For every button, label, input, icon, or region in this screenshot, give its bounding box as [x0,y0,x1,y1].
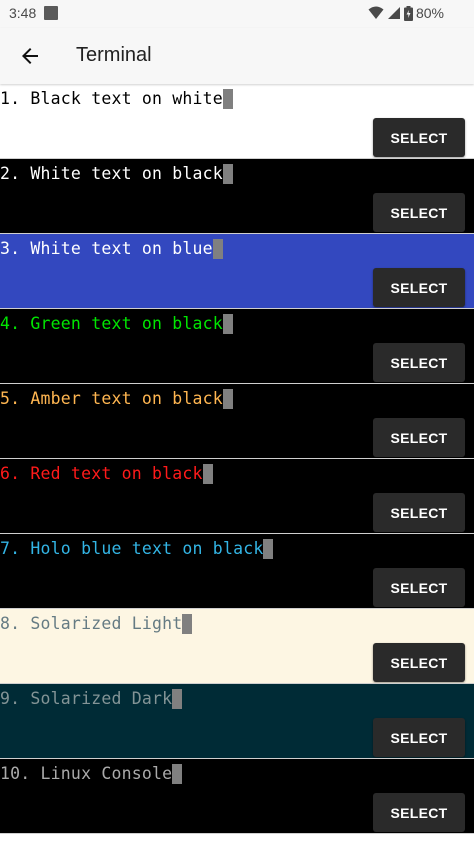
battery-icon [403,5,413,21]
theme-preview-text: 9. Solarized Dark [0,689,183,709]
select-button[interactable]: SELECT [373,793,465,832]
cursor-block [172,764,183,784]
theme-label: 10. Linux Console [0,764,173,783]
back-button[interactable] [14,40,46,72]
cursor-block [222,314,233,334]
theme-preview-text: 7. Holo blue text on black [0,539,274,559]
theme-item[interactable]: 7. Holo blue text on black SELECT [0,534,474,609]
theme-preview-text: 3. White text on blue [0,239,223,259]
select-button[interactable]: SELECT [373,568,465,607]
theme-item[interactable]: 1. Black text on white SELECT [0,84,474,159]
cursor-block [212,239,223,259]
theme-item[interactable]: 9. Solarized Dark SELECT [0,684,474,759]
theme-item[interactable]: 6. Red text on black SELECT [0,459,474,534]
cursor-block [222,89,233,109]
arrow-back-icon [22,48,38,64]
theme-label: 5. Amber text on black [0,389,223,408]
select-button[interactable]: SELECT [373,643,465,682]
theme-preview-text: 4. Green text on black [0,314,233,334]
status-time: 3:48 [9,5,37,21]
select-button[interactable]: SELECT [373,343,465,382]
wifi-icon [368,6,384,20]
page-title: Terminal [76,44,152,66]
cursor-block [222,389,233,409]
theme-preview-text: 2. White text on black [0,164,233,184]
theme-item[interactable]: 10. Linux Console SELECT [0,759,474,834]
cursor-block [222,164,233,184]
signal-icon [387,6,401,20]
theme-label: 6. Red text on black [0,464,203,483]
select-button[interactable]: SELECT [373,268,465,307]
theme-preview-text: 1. Black text on white [0,89,233,109]
select-button[interactable]: SELECT [373,118,465,157]
theme-label: 4. Green text on black [0,314,223,333]
theme-label: 1. Black text on white [0,89,223,108]
theme-preview-text: 10. Linux Console [0,764,183,784]
battery-percent: 80% [415,5,444,21]
notification-icon [44,6,58,20]
theme-list: 1. Black text on white SELECT 2. White t… [0,84,474,834]
theme-item[interactable]: 4. Green text on black SELECT [0,309,474,384]
theme-label: 7. Holo blue text on black [0,539,264,558]
select-button[interactable]: SELECT [373,418,465,457]
theme-label: 9. Solarized Dark [0,689,173,708]
cursor-block [172,689,183,709]
cursor-block [182,614,193,634]
theme-item[interactable]: 3. White text on blue SELECT [0,234,474,309]
theme-label: 3. White text on blue [0,239,213,258]
theme-item[interactable]: 2. White text on black SELECT [0,159,474,234]
theme-label: 8. Solarized Light [0,614,183,633]
status-bar: 3:48 80% [0,0,474,28]
theme-preview-text: 6. Red text on black [0,464,213,484]
theme-item[interactable]: 8. Solarized Light SELECT [0,609,474,684]
theme-label: 2. White text on black [0,164,223,183]
select-button[interactable]: SELECT [373,193,465,232]
select-button[interactable]: SELECT [373,718,465,757]
cursor-block [263,539,274,559]
theme-item[interactable]: 5. Amber text on black SELECT [0,384,474,459]
app-bar: Terminal [0,28,474,84]
status-icons: 80% [368,5,444,21]
theme-preview-text: 8. Solarized Light [0,614,193,634]
cursor-block [202,464,213,484]
theme-preview-text: 5. Amber text on black [0,389,233,409]
select-button[interactable]: SELECT [373,493,465,532]
